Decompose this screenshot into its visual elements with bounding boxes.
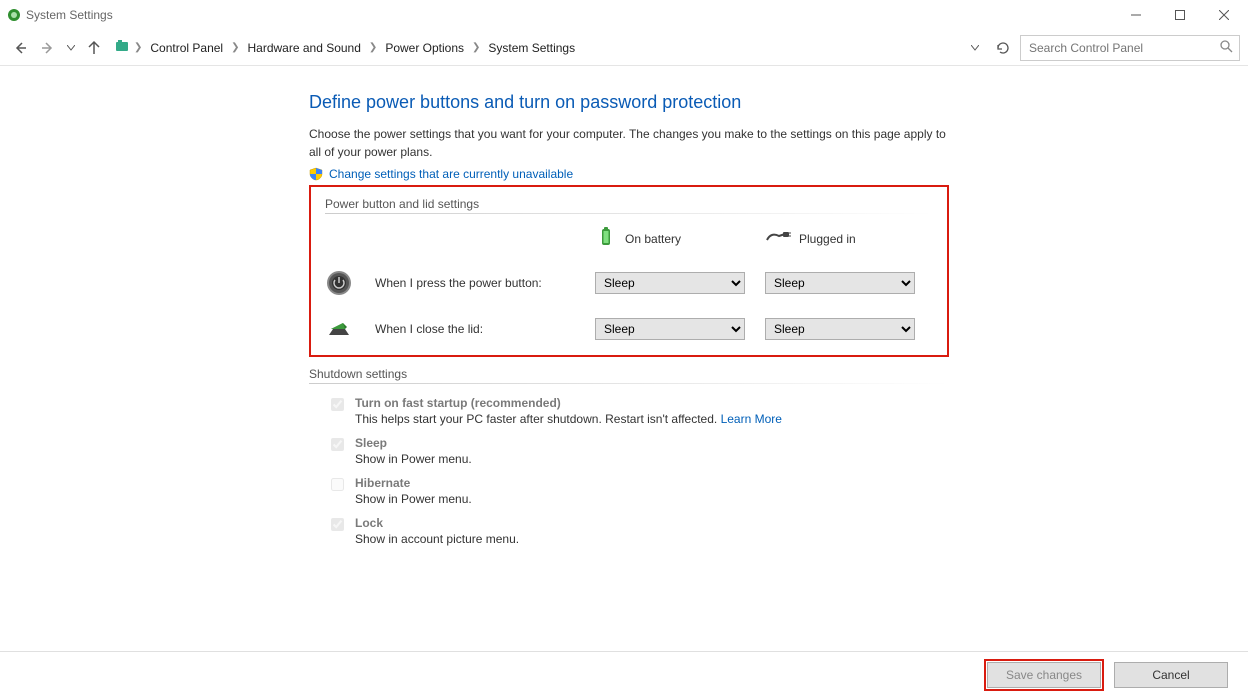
breadcrumb-item[interactable]: Power Options	[381, 39, 468, 57]
page-title: Define power buttons and turn on passwor…	[309, 92, 949, 113]
window-icon	[6, 7, 22, 23]
lock-checkbox	[331, 518, 344, 531]
breadcrumb-sep: ❯	[132, 42, 144, 53]
maximize-button[interactable]	[1158, 0, 1202, 30]
content: Define power buttons and turn on passwor…	[0, 66, 1248, 556]
hibernate-row: Hibernate Show in Power menu.	[309, 476, 949, 506]
breadcrumb-icon	[114, 38, 130, 57]
breadcrumb-sep: ❯	[229, 42, 241, 53]
navbar: ❯ Control Panel ❯ Hardware and Sound ❯ P…	[0, 30, 1248, 66]
breadcrumb[interactable]: ❯ Control Panel ❯ Hardware and Sound ❯ P…	[110, 34, 960, 62]
power-button-plugged-select[interactable]: Sleep	[765, 272, 915, 294]
window-title: System Settings	[26, 8, 113, 22]
search-box[interactable]	[1020, 35, 1240, 61]
refresh-button[interactable]	[992, 37, 1014, 59]
sleep-row: Sleep Show in Power menu.	[309, 436, 949, 466]
close-button[interactable]	[1202, 0, 1246, 30]
lock-desc: Show in account picture menu.	[355, 532, 519, 546]
shield-icon	[309, 167, 323, 181]
fast-startup-row: Turn on fast startup (recommended) This …	[309, 396, 949, 426]
breadcrumb-item[interactable]: Hardware and Sound	[244, 39, 365, 57]
group-label-shutdown: Shutdown settings	[309, 367, 949, 381]
learn-more-link[interactable]: Learn More	[721, 412, 782, 426]
hibernate-desc: Show in Power menu.	[355, 492, 472, 506]
cancel-button[interactable]: Cancel	[1114, 662, 1228, 688]
power-button-label: When I press the power button:	[375, 276, 595, 290]
column-label: On battery	[625, 232, 681, 246]
power-button-battery-select[interactable]: Sleep	[595, 272, 745, 294]
back-button[interactable]	[8, 36, 32, 60]
address-dropdown[interactable]	[964, 37, 986, 59]
save-button-highlight: Save changes	[984, 659, 1104, 691]
search-icon	[1219, 39, 1233, 56]
plug-icon	[765, 230, 791, 247]
fast-startup-checkbox	[331, 398, 344, 411]
close-lid-battery-select[interactable]: Sleep	[595, 318, 745, 340]
sleep-desc: Show in Power menu.	[355, 452, 472, 466]
power-button-section-highlight: Power button and lid settings On battery	[309, 185, 949, 357]
close-lid-plugged-select[interactable]: Sleep	[765, 318, 915, 340]
recent-dropdown[interactable]	[64, 36, 78, 60]
lock-title: Lock	[355, 516, 519, 530]
hibernate-checkbox	[331, 478, 344, 491]
breadcrumb-sep: ❯	[470, 42, 482, 53]
close-lid-label: When I close the lid:	[375, 322, 595, 336]
fast-startup-desc: This helps start your PC faster after sh…	[355, 412, 782, 426]
fast-startup-title: Turn on fast startup (recommended)	[355, 396, 782, 410]
breadcrumb-sep: ❯	[367, 42, 379, 53]
sleep-title: Sleep	[355, 436, 472, 450]
sleep-checkbox	[331, 438, 344, 451]
up-button[interactable]	[82, 36, 106, 60]
search-input[interactable]	[1027, 40, 1219, 56]
minimize-button[interactable]	[1114, 0, 1158, 30]
breadcrumb-item[interactable]: Control Panel	[146, 39, 227, 57]
column-header-plugged: Plugged in	[765, 230, 935, 247]
forward-button[interactable]	[36, 36, 60, 60]
group-label-power: Power button and lid settings	[325, 197, 933, 211]
save-button[interactable]: Save changes	[987, 662, 1101, 688]
breadcrumb-item[interactable]: System Settings	[484, 39, 579, 57]
page-description: Choose the power settings that you want …	[309, 125, 949, 161]
footer: Save changes Cancel	[0, 651, 1248, 698]
lock-row: Lock Show in account picture menu.	[309, 516, 949, 546]
power-button-icon	[325, 269, 353, 297]
column-label: Plugged in	[799, 232, 856, 246]
battery-icon	[595, 226, 617, 251]
titlebar: System Settings	[0, 0, 1248, 30]
close-lid-icon	[325, 315, 353, 343]
admin-link[interactable]: Change settings that are currently unava…	[329, 167, 573, 181]
hibernate-title: Hibernate	[355, 476, 472, 490]
column-header-battery: On battery	[595, 226, 765, 251]
